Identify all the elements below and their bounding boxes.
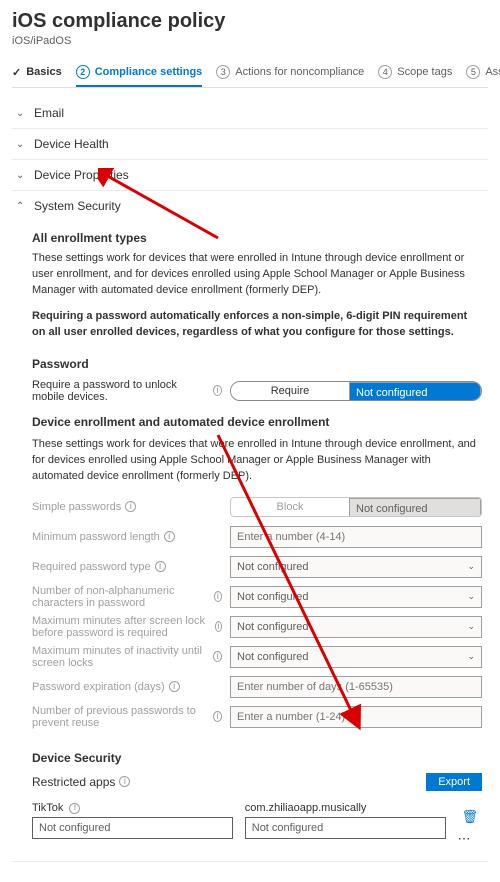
max-inactivity-label: Maximum minutes of inactivity until scre…	[32, 645, 222, 669]
chevron-down-icon: ⌄	[467, 561, 475, 572]
info-icon[interactable]: i	[213, 651, 222, 662]
chevron-down-icon: ⌄	[16, 139, 26, 150]
toggle-not-configured[interactable]: Not configured	[349, 382, 481, 401]
info-icon[interactable]: i	[164, 531, 175, 542]
bundle-id-label: com.zhiliaoapp.musically	[245, 802, 367, 814]
password-heading: Password	[32, 357, 482, 371]
info-icon[interactable]: i	[213, 385, 222, 396]
non-alpha-select: Not configured ⌄	[230, 586, 482, 608]
info-icon[interactable]: i	[215, 621, 222, 632]
step-number-icon: 4	[378, 65, 392, 79]
max-lock-label: Maximum minutes after screen lock before…	[32, 615, 222, 639]
all-enrollment-heading: All enrollment types	[32, 231, 482, 245]
chevron-down-icon: ⌄	[16, 108, 26, 119]
chevron-down-icon: ⌄	[467, 591, 475, 602]
step-assignments[interactable]: 5 Assignments	[466, 65, 500, 85]
prev-pwd-label: Number of previous passwords to prevent …	[32, 705, 222, 729]
info-icon[interactable]: i	[69, 803, 80, 814]
app-name-label: TikTok	[32, 802, 63, 814]
chevron-down-icon: ⌄	[467, 651, 475, 662]
non-alpha-label: Number of non-alphanumeric characters in…	[32, 585, 222, 609]
pwd-exp-label: Password expiration (days) i	[32, 681, 222, 693]
step-compliance[interactable]: 2 Compliance settings	[76, 65, 203, 87]
info-icon[interactable]: i	[155, 561, 166, 572]
info-icon[interactable]: i	[119, 776, 130, 787]
accordion-security[interactable]: ⌃ System Security	[12, 191, 488, 221]
pin-desc: Requiring a password automatically enfor…	[32, 309, 482, 341]
all-enrollment-desc: These settings work for devices that wer…	[32, 251, 482, 299]
accordion-props[interactable]: ⌄ Device Properties	[12, 160, 488, 190]
check-icon: ✓	[12, 66, 21, 79]
min-length-label: Minimum password length i	[32, 531, 222, 543]
req-type-label: Required password type i	[32, 561, 222, 573]
app-name-input[interactable]	[32, 817, 233, 839]
max-lock-select: Not configured ⌄	[230, 616, 482, 638]
step-basics[interactable]: ✓ Basics	[12, 65, 62, 85]
device-enrollment-desc: These settings work for devices that wer…	[32, 437, 482, 485]
chevron-down-icon: ⌄	[16, 170, 26, 181]
page-title: iOS compliance policy	[12, 10, 488, 33]
req-type-select: Not configured ⌄	[230, 556, 482, 578]
delete-icon[interactable]: 🗑	[458, 809, 483, 825]
device-security-heading: Device Security	[32, 751, 482, 765]
require-password-label: Require a password to unlock mobile devi…	[32, 379, 222, 403]
simple-passwords-toggle: Block Not configured	[230, 497, 482, 517]
chevron-down-icon: ⌄	[467, 621, 475, 632]
info-icon[interactable]: i	[125, 501, 136, 512]
page-subtitle: iOS/iPadOS	[12, 35, 488, 47]
export-button[interactable]: Export	[426, 773, 482, 791]
accordion-health[interactable]: ⌄ Device Health	[12, 129, 488, 159]
info-icon[interactable]: i	[214, 591, 222, 602]
simple-passwords-label: Simple passwords i	[32, 501, 222, 513]
device-enrollment-heading: Device enrollment and automated device e…	[32, 415, 482, 429]
min-length-input	[230, 526, 482, 548]
step-number-icon: 5	[466, 65, 480, 79]
require-password-toggle[interactable]: Require Not configured	[230, 381, 482, 401]
prev-pwd-input	[230, 706, 482, 728]
restricted-apps-label: Restricted apps	[32, 775, 115, 789]
more-icon[interactable]: ⋯	[458, 831, 483, 847]
wizard-steps: ✓ Basics 2 Compliance settings 3 Actions…	[12, 65, 488, 88]
step-number-icon: 3	[216, 65, 230, 79]
accordion-email[interactable]: ⌄ Email	[12, 98, 488, 128]
max-inactivity-select: Not configured ⌄	[230, 646, 482, 668]
chevron-up-icon: ⌃	[16, 201, 26, 212]
info-icon[interactable]: i	[213, 711, 222, 722]
step-actions[interactable]: 3 Actions for noncompliance	[216, 65, 364, 85]
info-icon[interactable]: i	[169, 681, 180, 692]
step-number-icon: 2	[76, 65, 90, 79]
toggle-require[interactable]: Require	[231, 382, 349, 400]
bundle-id-input[interactable]	[245, 817, 446, 839]
pwd-exp-input	[230, 676, 482, 698]
step-scope[interactable]: 4 Scope tags	[378, 65, 452, 85]
